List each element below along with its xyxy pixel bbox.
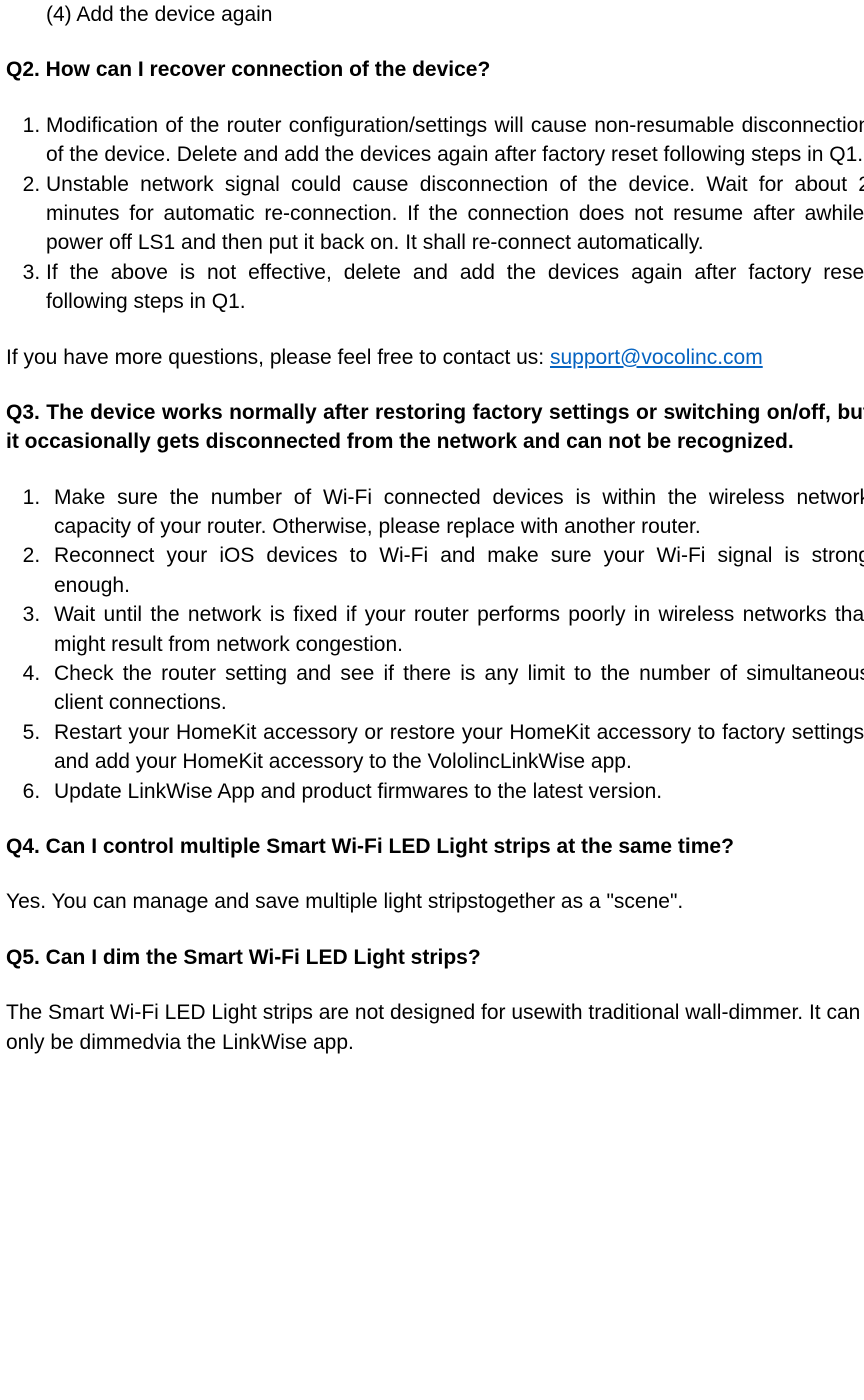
list-item: If the above is not effective, delete an… (46, 258, 864, 317)
list-item: Wait until the network is fixed if your … (46, 600, 864, 659)
q2-list: Modification of the router configuration… (6, 111, 864, 317)
q3-heading: Q3. The device works normally after rest… (6, 398, 864, 457)
q5-answer: The Smart Wi-Fi LED Light strips are not… (6, 998, 864, 1057)
q2-contact: If you have more questions, please feel … (6, 343, 864, 372)
contact-text: If you have more questions, please feel … (6, 346, 550, 369)
q3-list: Make sure the number of Wi-Fi connected … (6, 483, 864, 806)
list-item: Unstable network signal could cause disc… (46, 170, 864, 258)
q4-heading: Q4. Can I control multiple Smart Wi-Fi L… (6, 832, 864, 861)
list-item: Restart your HomeKit accessory or restor… (46, 718, 864, 777)
q2-heading: Q2. How can I recover connection of the … (6, 55, 864, 84)
list-item: Make sure the number of Wi-Fi connected … (46, 483, 864, 542)
list-item: Check the router setting and see if ther… (46, 659, 864, 718)
list-item: Modification of the router configuration… (46, 111, 864, 170)
prior-step-4: (4) Add the device again (6, 0, 864, 29)
list-item: Reconnect your iOS devices to Wi-Fi and … (46, 541, 864, 600)
q5-heading: Q5. Can I dim the Smart Wi-Fi LED Light … (6, 943, 864, 972)
list-item: Update LinkWise App and product firmware… (46, 777, 864, 806)
q4-answer: Yes. You can manage and save multiple li… (6, 887, 864, 916)
support-email-link[interactable]: support@vocolinc.com (550, 346, 763, 369)
